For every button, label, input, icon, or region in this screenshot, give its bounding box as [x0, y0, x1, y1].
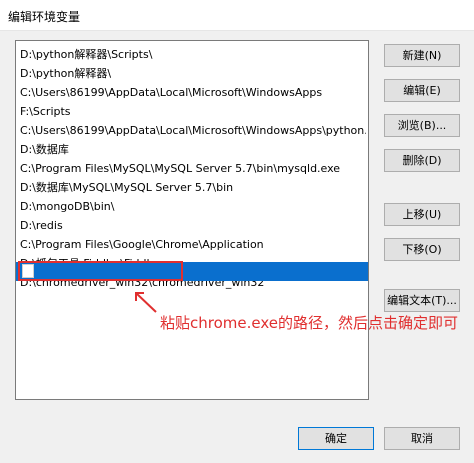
move-up-button[interactable]: 上移(U) [384, 203, 460, 226]
edit-button[interactable]: 编辑(E) [384, 79, 460, 102]
edit-text-button[interactable]: 编辑文本(T)... [384, 289, 460, 312]
new-button[interactable]: 新建(N) [384, 44, 460, 67]
selected-list-item[interactable] [16, 262, 368, 281]
list-item[interactable]: C:\Users\86199\AppData\Local\Microsoft\W… [20, 83, 366, 102]
ok-button[interactable]: 确定 [298, 427, 374, 450]
window-title: 编辑环境变量 [8, 10, 81, 24]
annotation-text: 粘贴chrome.exe的路径，然后点击确定即可 [160, 314, 458, 332]
list-item[interactable]: D:\python解释器\ [20, 64, 366, 83]
list-item[interactable]: C:\Users\86199\AppData\Local\Microsoft\W… [20, 121, 366, 140]
list-item[interactable]: D:\数据库\MySQL\MySQL Server 5.7\bin [20, 178, 366, 197]
list-item[interactable]: D:\redis [20, 216, 366, 235]
title-bar: 编辑环境变量 [0, 0, 474, 31]
list-item[interactable]: D:\数据库 [20, 140, 366, 159]
edit-env-var-dialog: 编辑环境变量 D:\python解释器\Scripts\ D:\python解释… [0, 0, 474, 463]
list-item[interactable]: F:\Scripts [20, 102, 366, 121]
new-path-input[interactable] [22, 264, 34, 278]
cancel-button[interactable]: 取消 [384, 427, 460, 450]
path-list[interactable]: D:\python解释器\Scripts\ D:\python解释器\ C:\U… [15, 40, 369, 400]
list-item[interactable]: D:\mongoDB\bin\ [20, 197, 366, 216]
delete-button[interactable]: 删除(D) [384, 149, 460, 172]
list-item[interactable]: D:\python解释器\Scripts\ [20, 45, 366, 64]
move-down-button[interactable]: 下移(O) [384, 238, 460, 261]
list-item[interactable]: C:\Program Files\MySQL\MySQL Server 5.7\… [20, 159, 366, 178]
arrow-icon [135, 292, 157, 313]
browse-button[interactable]: 浏览(B)... [384, 114, 460, 137]
list-item[interactable]: C:\Program Files\Google\Chrome\Applicati… [20, 235, 366, 254]
